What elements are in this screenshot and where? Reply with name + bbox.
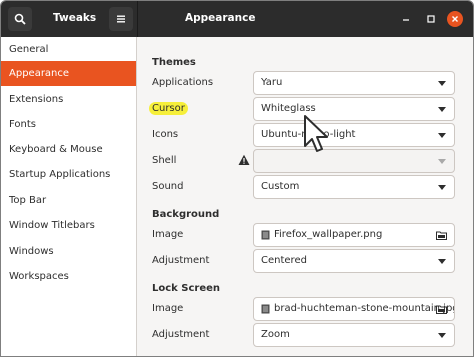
- lock-screen-image-label: Image: [152, 303, 184, 314]
- background-adjustment-select[interactable]: Centered: [253, 249, 455, 273]
- close-button[interactable]: [447, 11, 463, 27]
- applications-theme-value: Yaru: [261, 77, 283, 88]
- minimize-icon: [403, 19, 409, 21]
- sidebar-item-appearance[interactable]: Appearance: [1, 61, 136, 86]
- background-image-chooser[interactable]: Firefox_wallpaper.png: [253, 223, 455, 247]
- folder-open-icon: [436, 231, 447, 240]
- hamburger-menu-icon: [117, 15, 125, 23]
- appearance-panel: Themes Applications Yaru Cursor Whitegla…: [138, 37, 473, 356]
- sidebar-item-startup-applications[interactable]: Startup Applications: [1, 162, 136, 187]
- sidebar-item-label: Top Bar: [9, 195, 47, 206]
- sidebar-item-general[interactable]: General: [1, 37, 136, 62]
- lock-screen-adjustment-select[interactable]: Zoom: [253, 323, 455, 347]
- warning-icon: [238, 154, 250, 165]
- sidebar-item-keyboard-mouse[interactable]: Keyboard & Mouse: [1, 137, 136, 162]
- dropdown-arrow-icon: [438, 133, 446, 138]
- header-separator: [137, 1, 138, 37]
- dropdown-arrow-icon: [438, 107, 446, 112]
- sidebar-item-label: Keyboard & Mouse: [9, 144, 103, 155]
- icons-label: Icons: [152, 129, 179, 140]
- cursor-theme-select[interactable]: Whiteglass: [253, 97, 455, 121]
- folder-open-icon: [436, 305, 447, 314]
- dropdown-arrow-icon: [438, 81, 446, 86]
- applications-label: Applications: [152, 77, 214, 88]
- main-menu-button[interactable]: [109, 7, 133, 31]
- sidebar: General Appearance Extensions Fonts Keyb…: [1, 37, 137, 356]
- image-file-icon: [261, 230, 270, 240]
- sidebar-item-workspaces[interactable]: Workspaces: [1, 264, 136, 289]
- image-file-icon: [261, 304, 270, 314]
- shell-label: Shell: [152, 155, 177, 166]
- sidebar-item-extensions[interactable]: Extensions: [1, 87, 136, 112]
- minimize-button[interactable]: [398, 11, 414, 27]
- search-icon: [14, 13, 26, 25]
- maximize-button[interactable]: [423, 11, 439, 27]
- background-adjustment-value: Centered: [261, 255, 307, 266]
- sound-label: Sound: [152, 181, 184, 192]
- sidebar-item-label: Windows: [9, 246, 54, 257]
- mouse-pointer-icon: [304, 115, 328, 152]
- sidebar-item-top-bar[interactable]: Top Bar: [1, 188, 136, 213]
- sidebar-item-label: Workspaces: [9, 271, 69, 282]
- close-icon: [452, 16, 458, 22]
- sidebar-item-fonts[interactable]: Fonts: [1, 112, 136, 137]
- lock-screen-image-filename: brad-huchteman-stone-mountain.jpg: [274, 303, 454, 314]
- sound-theme-value: Custom: [261, 181, 300, 192]
- page-title: Appearance: [185, 12, 256, 24]
- sidebar-item-label: General: [9, 44, 49, 55]
- sidebar-item-label: Extensions: [9, 94, 64, 105]
- cursor-label-highlight: Cursor: [149, 102, 188, 115]
- header-bar: Tweaks Appearance: [1, 1, 473, 37]
- sidebar-item-window-titlebars[interactable]: Window Titlebars: [1, 213, 136, 238]
- sidebar-item-label: Window Titlebars: [9, 220, 95, 231]
- app-title: Tweaks: [53, 12, 97, 24]
- dropdown-arrow-icon: [438, 159, 446, 164]
- applications-theme-select[interactable]: Yaru: [253, 71, 455, 95]
- dropdown-arrow-icon: [438, 259, 446, 264]
- background-image-label: Image: [152, 229, 184, 240]
- sidebar-item-label: Fonts: [9, 119, 36, 130]
- sound-theme-select[interactable]: Custom: [253, 175, 455, 199]
- lock-screen-image-chooser[interactable]: brad-huchteman-stone-mountain.jpg: [253, 297, 455, 321]
- icons-theme-select[interactable]: Ubuntu-mono-light: [253, 123, 455, 147]
- lock-screen-adjustment-label: Adjustment: [152, 329, 210, 340]
- section-title-lock-screen: Lock Screen: [152, 283, 221, 294]
- section-title-themes: Themes: [152, 57, 196, 68]
- tweaks-window: Tweaks Appearance General Appearance Ext…: [0, 0, 474, 357]
- sidebar-item-label: Appearance: [9, 68, 70, 79]
- section-title-background: Background: [152, 209, 220, 220]
- background-image-filename: Firefox_wallpaper.png: [274, 229, 383, 240]
- lock-screen-adjustment-value: Zoom: [261, 329, 290, 340]
- search-button[interactable]: [8, 7, 32, 31]
- maximize-icon: [427, 15, 435, 23]
- shell-theme-select[interactable]: [253, 149, 455, 173]
- cursor-label: Cursor: [149, 102, 188, 115]
- background-adjustment-label: Adjustment: [152, 255, 210, 266]
- dropdown-arrow-icon: [438, 185, 446, 190]
- dropdown-arrow-icon: [438, 333, 446, 338]
- sidebar-item-label: Startup Applications: [9, 169, 111, 180]
- sidebar-item-windows[interactable]: Windows: [1, 239, 136, 264]
